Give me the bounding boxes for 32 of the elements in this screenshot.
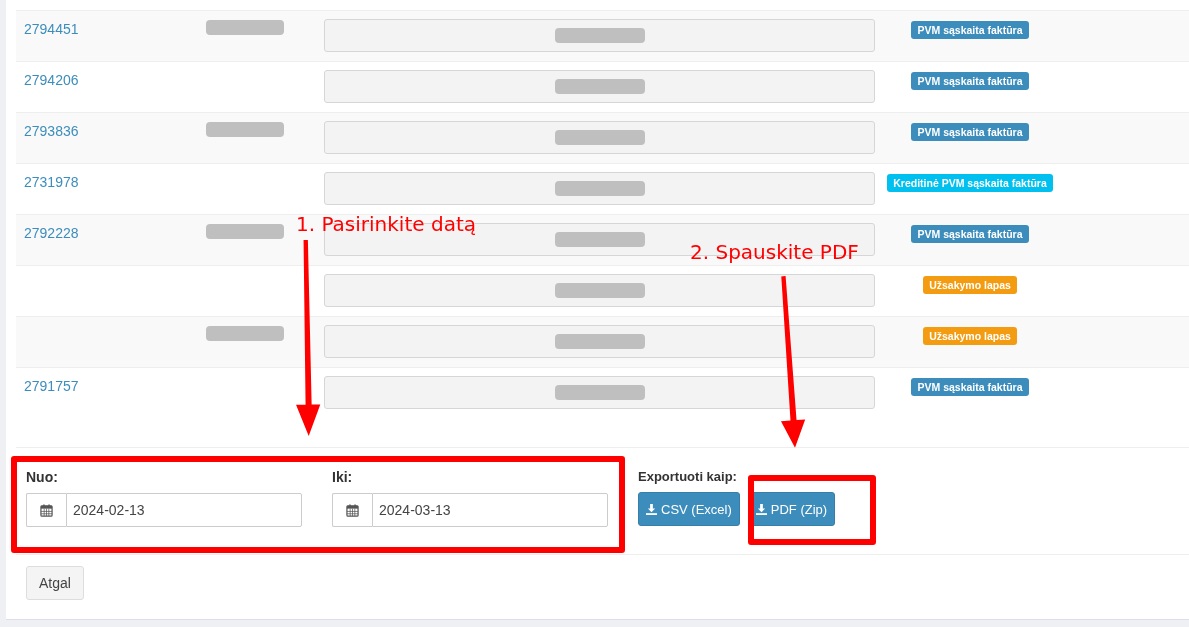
invoice-link[interactable]: 2731978 <box>24 174 79 190</box>
text-field[interactable] <box>324 325 875 358</box>
text-field[interactable] <box>324 376 875 409</box>
invoice-link[interactable]: 2793836 <box>24 123 79 139</box>
document-type-badge: PVM sąskaita faktūra <box>911 72 1029 90</box>
date-field[interactable]: 2024-02-13 <box>66 493 302 527</box>
date-field[interactable]: 2024-03-13 <box>372 493 608 527</box>
field-label: Nuo: <box>26 469 59 485</box>
document-type-badge: PVM sąskaita faktūra <box>911 378 1029 396</box>
download-icon <box>755 503 767 515</box>
text-field[interactable] <box>324 19 875 52</box>
document-type-badge: Užsakymo lapas <box>923 276 1017 294</box>
invoice-link[interactable]: 2794206 <box>24 72 79 88</box>
document-type-badge: PVM sąskaita faktūra <box>911 21 1029 39</box>
document-type-badge: PVM sąskaita faktūra <box>911 123 1029 141</box>
document-type-badge: Kreditinė PVM sąskaita faktūra <box>887 174 1053 192</box>
text-field[interactable] <box>324 121 875 154</box>
annotation-text: 2. Spauskite PDF <box>690 240 859 264</box>
text-field[interactable] <box>324 274 875 307</box>
export-button[interactable]: CSV (Excel) <box>638 492 740 526</box>
invoice-link[interactable]: 2791757 <box>24 378 79 394</box>
document-type-badge: Užsakymo lapas <box>923 327 1017 345</box>
text-field[interactable] <box>324 70 875 103</box>
field-label: Iki: <box>332 469 354 485</box>
export-label: Exportuoti kaip: <box>638 469 738 484</box>
text-field[interactable] <box>324 172 875 205</box>
download-icon <box>646 503 657 515</box>
document-type-badge: PVM sąskaita faktūra <box>911 225 1029 243</box>
annotation-text: 1. Pasirinkite datą <box>296 212 476 236</box>
back-button[interactable]: Atgal <box>26 566 84 600</box>
invoice-link[interactable]: 2792228 <box>24 225 79 241</box>
invoice-link[interactable]: 2794451 <box>24 21 79 37</box>
